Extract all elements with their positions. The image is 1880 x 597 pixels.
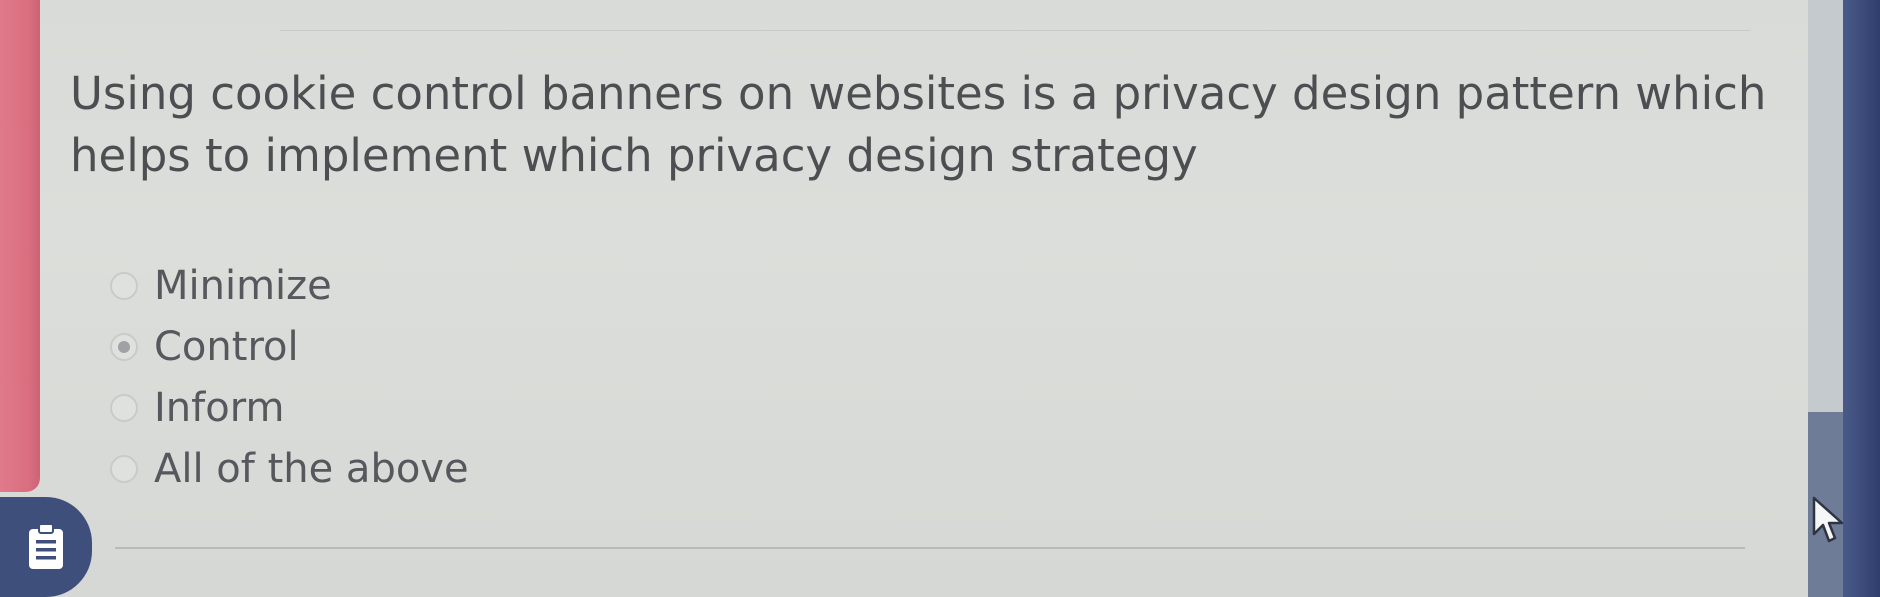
option-label: Control xyxy=(154,323,299,370)
answer-options: Minimize Control Inform All of the above xyxy=(110,255,810,499)
bottom-divider xyxy=(115,547,1745,549)
screen: Using cookie control banners on websites… xyxy=(0,0,1880,597)
radio-control[interactable] xyxy=(110,332,138,361)
option-minimize[interactable]: Minimize xyxy=(110,255,810,316)
radio-all-of-the-above[interactable] xyxy=(110,454,138,483)
option-control[interactable]: Control xyxy=(110,316,810,377)
notes-button[interactable] xyxy=(0,497,92,597)
option-label: Inform xyxy=(154,384,285,431)
radio-inform[interactable] xyxy=(110,393,138,422)
question-card: Using cookie control banners on websites… xyxy=(40,0,1810,545)
option-label: All of the above xyxy=(154,445,469,492)
clipboard-icon xyxy=(29,523,63,569)
question-text: Using cookie control banners on websites… xyxy=(70,67,1767,182)
option-all-of-the-above[interactable]: All of the above xyxy=(110,438,810,499)
option-inform[interactable]: Inform xyxy=(110,377,810,438)
window-edge xyxy=(1843,0,1880,597)
question-accent-bar xyxy=(0,0,40,492)
mouse-pointer-icon xyxy=(1812,496,1844,543)
radio-minimize[interactable] xyxy=(110,271,138,300)
option-label: Minimize xyxy=(154,262,332,309)
